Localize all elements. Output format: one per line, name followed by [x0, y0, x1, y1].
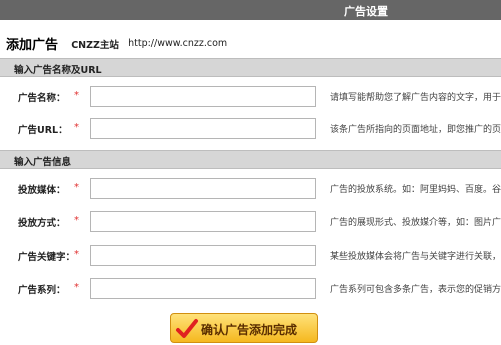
row-method: 投放方式： * 广告的展现形式、投放媒介等，如：图片广	[0, 211, 501, 233]
confirm-add-button[interactable]: 确认广告添加完成	[170, 313, 318, 343]
method-hint: 广告的展现形式、投放媒介等，如：图片广	[330, 218, 501, 228]
keyword-input[interactable]	[90, 245, 316, 266]
required-mark: *	[74, 282, 79, 293]
row-series: 广告系列： * 广告系列可包含多条广告，表示您的促销方	[0, 278, 501, 300]
top-bar: 广告设置	[0, 0, 501, 20]
media-input[interactable]	[90, 178, 316, 199]
row-ad-name: 广告名称： * 请填写能帮助您了解广告内容的文字，用于	[0, 86, 501, 108]
ad-url-input[interactable]	[90, 118, 316, 139]
checkmark-icon	[176, 319, 198, 338]
ad-name-label: 广告名称：	[18, 93, 66, 104]
ad-name-hint: 请填写能帮助您了解广告内容的文字，用于	[330, 93, 501, 103]
section-name-url-title: 输入广告名称及URL	[14, 65, 102, 76]
series-input[interactable]	[90, 278, 316, 299]
method-input[interactable]	[90, 211, 316, 232]
required-mark: *	[74, 90, 79, 101]
method-label: 投放方式：	[18, 218, 66, 229]
keyword-label: 广告关键字：	[18, 252, 76, 263]
section-info-title: 输入广告信息	[14, 157, 72, 168]
confirm-add-label: 确认广告添加完成	[201, 323, 298, 337]
site-url: http://www.cnzz.com	[128, 38, 228, 49]
ad-url-hint: 该条广告所指向的页面地址，即您推广的页	[330, 125, 501, 135]
page-title: 添加广告	[6, 38, 59, 53]
ad-url-label: 广告URL：	[18, 125, 68, 136]
series-hint: 广告系列可包含多条广告，表示您的促销方	[330, 285, 501, 295]
media-label: 投放媒体：	[18, 185, 66, 196]
required-mark: *	[74, 249, 79, 260]
required-mark: *	[74, 182, 79, 193]
row-media: 投放媒体： * 广告的投放系统。如：阿里妈妈、百度。谷	[0, 178, 501, 200]
section-name-url: 输入广告名称及URL	[0, 58, 501, 77]
required-mark: *	[74, 122, 79, 133]
row-keyword: 广告关键字： * 某些投放媒体会将广告与关键字进行关联，	[0, 245, 501, 267]
ad-name-input[interactable]	[90, 86, 316, 107]
page-heading: 添加广告 CNZZ主站 http://www.cnzz.com	[6, 34, 228, 53]
site-name: CNZZ主站	[71, 39, 119, 51]
top-bar-title: 广告设置	[344, 5, 388, 18]
required-mark: *	[74, 215, 79, 226]
media-hint: 广告的投放系统。如：阿里妈妈、百度。谷	[330, 185, 501, 195]
keyword-hint: 某些投放媒体会将广告与关键字进行关联，	[330, 252, 501, 262]
series-label: 广告系列：	[18, 285, 66, 296]
row-ad-url: 广告URL： * 该条广告所指向的页面地址，即您推广的页	[0, 118, 501, 140]
section-info: 输入广告信息	[0, 150, 501, 169]
